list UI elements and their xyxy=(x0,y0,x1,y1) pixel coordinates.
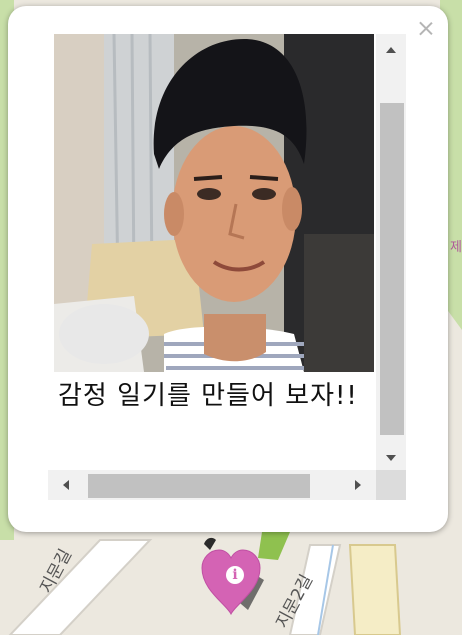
diary-text: 감정 일기를 만들어 보자!! xyxy=(58,381,358,411)
scroll-right-arrow-icon[interactable] xyxy=(346,470,370,500)
profile-photo xyxy=(54,34,374,372)
close-icon[interactable] xyxy=(418,20,434,36)
scrollbar-corner xyxy=(376,470,406,500)
scroll-left-arrow-icon[interactable] xyxy=(54,470,78,500)
info-window-content[interactable]: 감정 일기를 만들어 보자!! xyxy=(48,34,406,500)
scroll-down-arrow-icon[interactable] xyxy=(376,446,406,470)
map-edge-label: 제 xyxy=(450,240,462,255)
scroll-up-arrow-icon[interactable] xyxy=(376,38,406,62)
horizontal-scrollbar[interactable] xyxy=(48,470,376,500)
photo-image xyxy=(54,34,374,372)
info-icon: i xyxy=(226,566,244,584)
vertical-scroll-thumb[interactable] xyxy=(380,103,404,435)
info-window: 감정 일기를 만들어 보자!! xyxy=(8,6,448,532)
horizontal-scroll-thumb[interactable] xyxy=(88,474,310,498)
vertical-scrollbar[interactable] xyxy=(376,34,406,470)
